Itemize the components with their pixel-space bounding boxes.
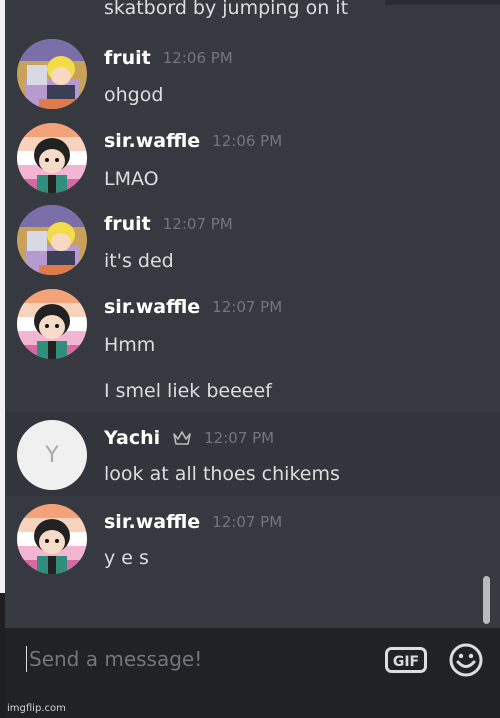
message-group: sir.waffle 12:07 PM Hmm I smel liek beee… — [5, 279, 500, 412]
message-group: fruit 12:06 PM ohgod — [5, 33, 500, 115]
avatar[interactable] — [17, 123, 87, 193]
fruit-avatar-image — [17, 39, 87, 109]
timestamp: 12:07 PM — [212, 298, 283, 316]
message-group: fruit 12:07 PM it's ded — [5, 197, 500, 279]
message-group: sir.waffle 12:07 PM y e s — [5, 496, 500, 586]
message-group-highlighted: Y Yachi 12:07 PM look at all thoes chike… — [5, 412, 500, 496]
crown-icon — [172, 430, 192, 446]
sir-waffle-avatar-image — [17, 289, 87, 359]
message-list: skatbord by jumping on it fruit 12:06 PM… — [5, 0, 500, 628]
message-text: LMAO — [104, 168, 159, 190]
avatar[interactable] — [17, 39, 87, 109]
username[interactable]: fruit — [104, 213, 151, 235]
message-group: sir.waffle 12:06 PM LMAO — [5, 115, 500, 197]
message-text: look at all thoes chikems — [104, 463, 340, 485]
username[interactable]: sir.waffle — [104, 296, 200, 318]
partial-message-text: skatbord by jumping on it — [104, 0, 349, 19]
text-caret — [26, 646, 27, 672]
sir-waffle-avatar-image — [17, 504, 87, 574]
gif-label: GIF — [393, 654, 419, 670]
message-input[interactable]: Send a message! — [29, 647, 202, 671]
message-text: it's ded — [104, 250, 174, 272]
message-text: I smel liek beeeef — [104, 380, 272, 402]
avatar[interactable] — [17, 205, 87, 275]
timestamp: 12:07 PM — [162, 215, 233, 233]
top-edge-strip — [385, 0, 500, 5]
message-composer: Send a message! GIF — [5, 628, 500, 718]
message-text: Hmm — [104, 334, 156, 356]
emoji-icon — [449, 643, 483, 677]
gif-icon: GIF — [385, 647, 427, 673]
gif-button[interactable]: GIF — [385, 647, 427, 673]
avatar[interactable] — [17, 289, 87, 359]
username[interactable]: sir.waffle — [104, 130, 200, 152]
message-text: ohgod — [104, 84, 164, 106]
emoji-button[interactable] — [448, 642, 484, 678]
timestamp: 12:06 PM — [212, 132, 283, 150]
avatar[interactable] — [17, 504, 87, 574]
username[interactable]: Yachi — [104, 427, 160, 449]
avatar-letter: Y — [45, 442, 59, 468]
timestamp: 12:07 PM — [204, 429, 275, 447]
scrollbar-thumb[interactable] — [483, 576, 490, 624]
sir-waffle-avatar-image — [17, 123, 87, 193]
timestamp: 12:07 PM — [212, 513, 283, 531]
message-text: y e s — [104, 547, 149, 569]
timestamp: 12:06 PM — [162, 49, 233, 67]
watermark: imgflip.com — [7, 703, 66, 714]
username[interactable]: fruit — [104, 47, 151, 69]
avatar[interactable]: Y — [17, 420, 87, 490]
username[interactable]: sir.waffle — [104, 511, 200, 533]
fruit-avatar-image — [17, 205, 87, 275]
